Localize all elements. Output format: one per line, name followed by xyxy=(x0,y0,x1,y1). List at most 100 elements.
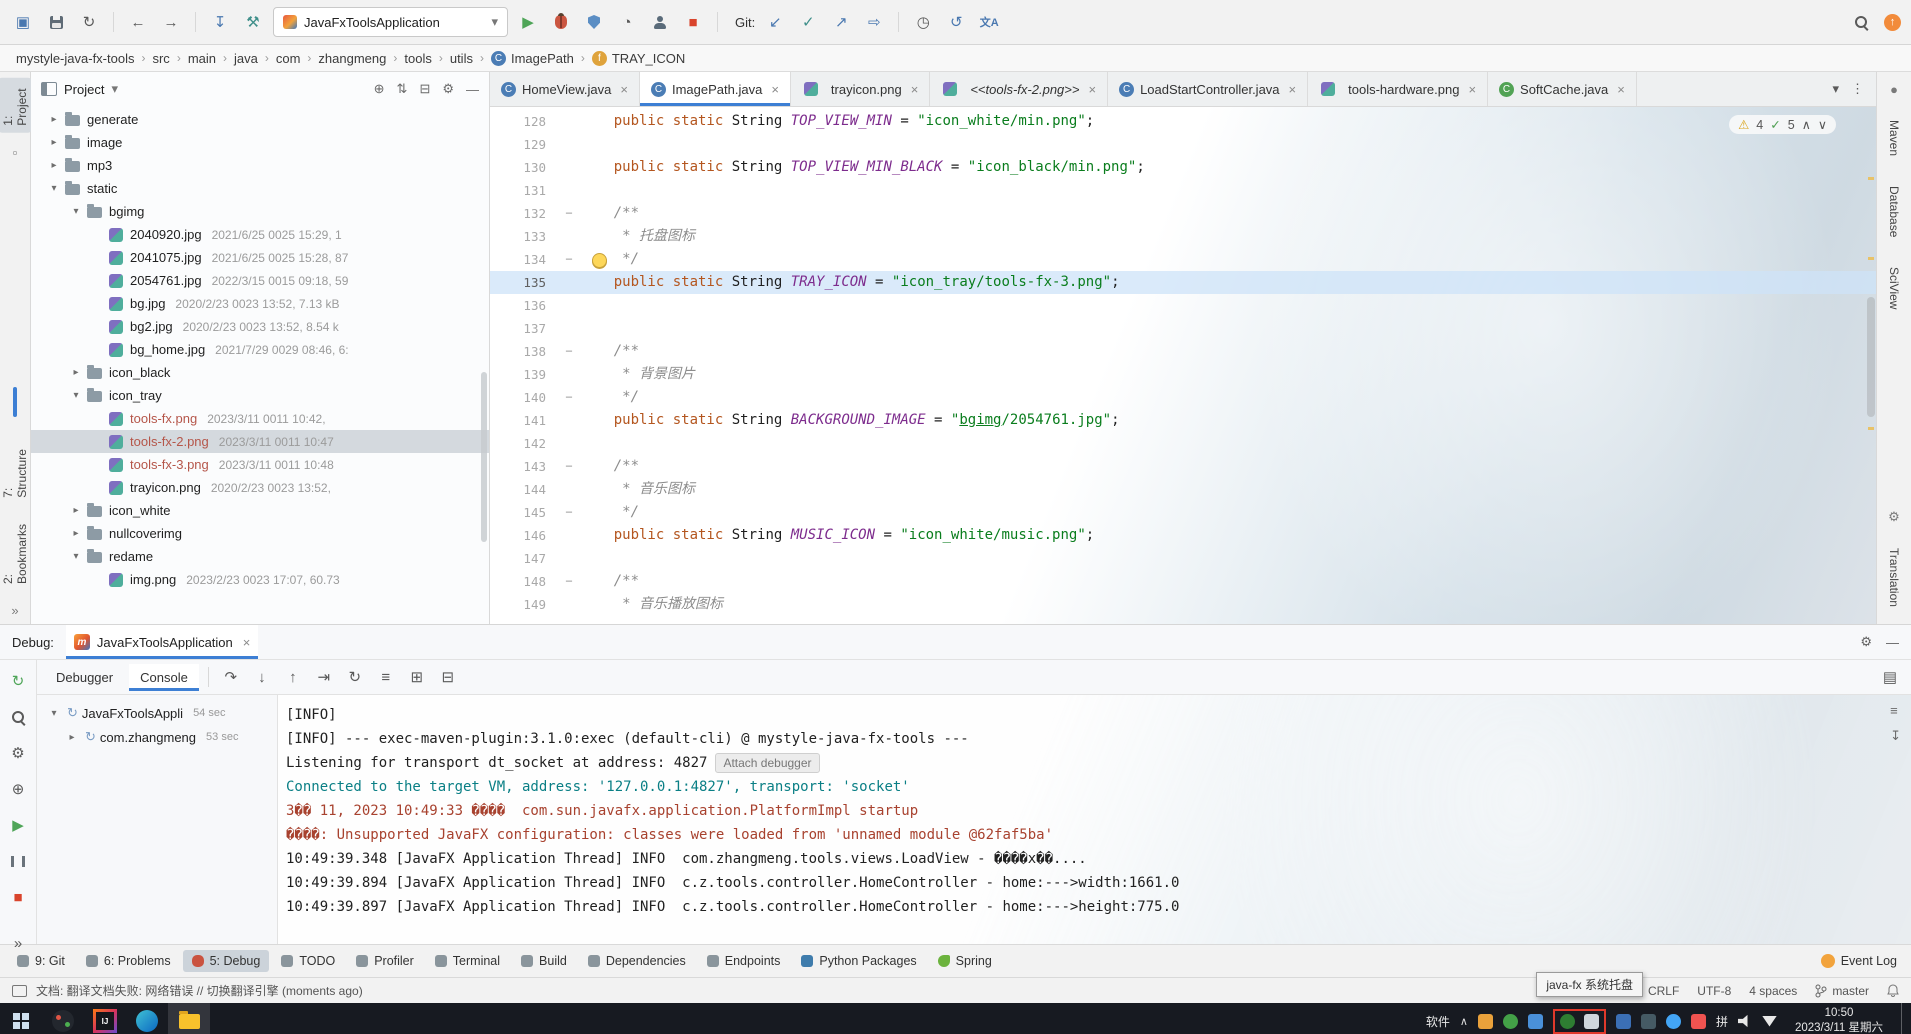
toolwindow-button-pythonpackages[interactable]: Python Packages xyxy=(792,950,925,972)
debugger-tree-item[interactable]: ▸↻com.zhangmeng53 sec xyxy=(37,725,277,749)
view-threads-icon[interactable]: ≡ xyxy=(373,664,399,690)
tray-app-4[interactable] xyxy=(1584,1014,1599,1029)
run-to-cursor-icon[interactable]: ⇥ xyxy=(311,664,337,690)
git-push-button[interactable]: ↗ xyxy=(828,9,854,35)
toolwindow-button-build[interactable]: Build xyxy=(512,950,576,972)
code-line[interactable]: 128 public static String TOP_VIEW_MIN = … xyxy=(490,110,1876,133)
code-line[interactable]: 148− /** xyxy=(490,570,1876,593)
tree-item[interactable]: ▸mp3 xyxy=(31,154,489,177)
breadcrumb-item[interactable]: com xyxy=(274,51,303,66)
fold-marker-icon[interactable]: − xyxy=(558,501,580,524)
fold-marker-icon[interactable]: − xyxy=(558,386,580,409)
hidden-icons-chevron[interactable]: ∧ xyxy=(1460,1015,1468,1028)
close-icon[interactable]: × xyxy=(243,635,251,650)
taskbar-app-explorer[interactable] xyxy=(168,1003,210,1034)
project-scrollbar[interactable] xyxy=(481,372,487,542)
tree-chevron-icon[interactable]: ▸ xyxy=(67,367,85,378)
tree-item[interactable]: img.png2023/2/23 0023 17:07, 60.73 xyxy=(31,568,489,591)
tool-window-button-bookmarks[interactable]: 2: Bookmarks xyxy=(0,517,32,591)
code-line[interactable]: 130 public static String TOP_VIEW_MIN_BL… xyxy=(490,156,1876,179)
editor-tab[interactable]: trayicon.png× xyxy=(791,72,930,106)
toolwindow-button-terminal[interactable]: Terminal xyxy=(426,950,509,972)
tree-chevron-icon[interactable]: ▾ xyxy=(45,708,63,719)
ime-indicator[interactable]: 拼 xyxy=(1716,1013,1728,1030)
fold-marker-icon[interactable]: − xyxy=(558,455,580,478)
stop-icon[interactable]: ■ xyxy=(5,884,31,910)
breadcrumb-item[interactable]: utils xyxy=(448,51,475,66)
tree-chevron-icon[interactable]: ▸ xyxy=(45,114,63,125)
chevron-down-icon[interactable]: ▾ xyxy=(111,81,118,97)
tray-app-6[interactable] xyxy=(1641,1014,1656,1029)
tray-label[interactable]: 软件 xyxy=(1426,1013,1450,1030)
step-into-icon[interactable]: ↓ xyxy=(249,664,275,690)
close-tab-icon[interactable]: × xyxy=(1289,82,1297,97)
show-desktop-button[interactable] xyxy=(1901,1003,1909,1034)
tray-app-2[interactable] xyxy=(1503,1014,1518,1029)
indent-indicator[interactable]: 4 spaces xyxy=(1749,984,1797,998)
console[interactable]: [INFO][INFO] --- exec-maven-plugin:3.1.0… xyxy=(278,695,1911,944)
zoom-icon[interactable]: ⊕ xyxy=(5,776,31,802)
tree-chevron-icon[interactable]: ▾ xyxy=(67,551,85,562)
locate-icon[interactable]: ⊕ xyxy=(374,81,385,97)
git-update-button[interactable]: ↙ xyxy=(762,9,788,35)
tree-item[interactable]: ▸icon_black xyxy=(31,361,489,384)
tree-chevron-icon[interactable]: ▸ xyxy=(63,732,81,743)
inspections-widget[interactable]: ⚠ 4 ✓ 5 ∧ ∨ xyxy=(1729,115,1836,134)
git-send-button[interactable]: ⇨ xyxy=(861,9,887,35)
volume-icon[interactable] xyxy=(1738,1014,1752,1028)
taskbar-app-1[interactable] xyxy=(42,1003,84,1034)
resume-icon[interactable]: ▶ xyxy=(5,812,31,838)
breadcrumb-item[interactable]: fTRAY_ICON xyxy=(590,51,687,66)
code-line[interactable]: 137 xyxy=(490,317,1876,340)
settings-icon[interactable]: ⚙ xyxy=(5,740,31,766)
tree-item[interactable]: trayicon.png2020/2/23 0023 13:52, xyxy=(31,476,489,499)
taskbar-app-intellij[interactable]: IJ xyxy=(84,1003,126,1034)
tray-app-3[interactable] xyxy=(1528,1014,1543,1029)
screen-reader-icon[interactable] xyxy=(12,985,27,997)
toolwindow-button-git[interactable]: 9: Git xyxy=(8,950,74,972)
gear-icon[interactable]: ⚙ xyxy=(1888,509,1900,525)
profiler-button[interactable]: ◔ xyxy=(614,9,640,35)
toolwindow-button-endpoints[interactable]: Endpoints xyxy=(698,950,790,972)
notifications-bell-icon[interactable] xyxy=(1887,984,1899,997)
translate-button[interactable]: 文A xyxy=(976,9,1002,35)
toolwindow-button-debug[interactable]: 5: Debug xyxy=(183,950,270,972)
code-line[interactable]: 141 public static String BACKGROUND_IMAG… xyxy=(490,409,1876,432)
layout-settings-icon[interactable]: ▤ xyxy=(1877,664,1903,690)
code-line[interactable]: 138− /** xyxy=(490,340,1876,363)
breadcrumb-item[interactable]: CImagePath xyxy=(489,51,576,66)
tree-chevron-icon[interactable]: ▾ xyxy=(67,390,85,401)
tree-item[interactable]: tools-fx-2.png2023/3/11 0011 10:47 xyxy=(31,430,489,453)
code-line[interactable]: 147 xyxy=(490,547,1876,570)
taskbar-app-edge[interactable] xyxy=(126,1003,168,1034)
fold-marker-icon[interactable]: − xyxy=(558,340,580,363)
tab-debugger[interactable]: Debugger xyxy=(45,664,124,691)
encoding-indicator[interactable]: UTF-8 xyxy=(1697,984,1731,998)
tree-item[interactable]: 2054761.jpg2022/3/15 0015 09:18, 59 xyxy=(31,269,489,292)
editor-tab[interactable]: tools-hardware.png× xyxy=(1308,72,1488,106)
grid-icon[interactable]: ⊞ xyxy=(404,664,430,690)
toolwindow-button-eventlog[interactable]: Event Log xyxy=(1841,954,1897,968)
tree-chevron-icon[interactable]: ▾ xyxy=(67,206,85,217)
tree-item[interactable]: bg.jpg2020/2/23 0023 13:52, 7.13 kB xyxy=(31,292,489,315)
code-line[interactable]: 146 public static String MUSIC_ICON = "i… xyxy=(490,524,1876,547)
tree-chevron-icon[interactable]: ▸ xyxy=(67,528,85,539)
toolwindow-button-profiler[interactable]: Profiler xyxy=(347,950,423,972)
code-line[interactable]: 129 xyxy=(490,133,1876,156)
rollback-button[interactable]: ↺ xyxy=(943,9,969,35)
tree-chevron-icon[interactable]: ▸ xyxy=(45,137,63,148)
tree-item[interactable]: ▸nullcoverimg xyxy=(31,522,489,545)
run-button[interactable]: ▶ xyxy=(515,9,541,35)
start-button[interactable] xyxy=(0,1003,42,1034)
code-editor[interactable]: 128 public static String TOP_VIEW_MIN = … xyxy=(490,107,1876,624)
tree-chevron-icon[interactable]: ▾ xyxy=(45,183,63,194)
collapse-all-icon[interactable]: ⊟ xyxy=(419,81,430,97)
rerun-icon[interactable]: ↻ xyxy=(342,664,368,690)
breadcrumb-item[interactable]: main xyxy=(186,51,218,66)
tool-window-button-project[interactable]: 1: Project xyxy=(0,78,32,133)
chevron-down-icon[interactable]: ▾ xyxy=(1832,81,1839,97)
sync-button[interactable]: ↻ xyxy=(76,9,102,35)
update-notification-icon[interactable]: ↑ xyxy=(1884,14,1901,31)
breadcrumb-item[interactable]: mystyle-java-fx-tools xyxy=(14,51,136,66)
step-out-icon[interactable]: ↑ xyxy=(280,664,306,690)
